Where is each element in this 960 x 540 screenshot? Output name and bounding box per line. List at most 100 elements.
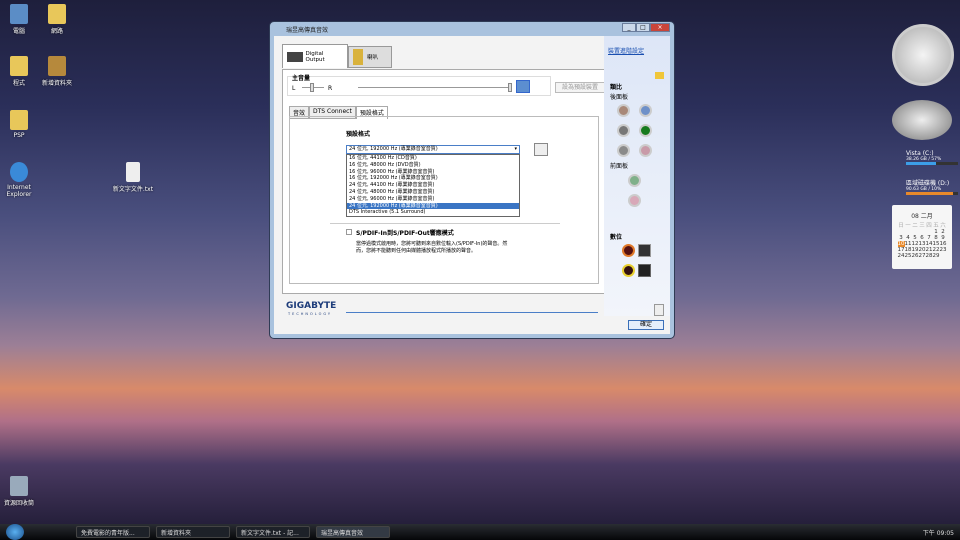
title-bar[interactable]: 瑞昱高傳真音效 bbox=[270, 22, 674, 36]
label: 新增資料夾 bbox=[41, 80, 72, 87]
jack-brown[interactable] bbox=[617, 104, 630, 117]
window-title: 瑞昱高傳真音效 bbox=[286, 26, 329, 34]
volume-label: 主音量 bbox=[292, 73, 311, 82]
desktop-icon-psp[interactable]: PSP bbox=[0, 110, 44, 139]
calendar-gadget: 08 二月 日一二三四五六 1 2 3 4 5 6 7 8 9 10 11 12 13 14 15 16 17 18… bbox=[892, 205, 952, 269]
optical-port-icon[interactable] bbox=[638, 244, 651, 257]
advanced-settings-link[interactable]: 裝置進階設定 bbox=[608, 46, 644, 55]
back-panel-label: 後面板 bbox=[610, 94, 629, 101]
selected-format: 24 位元, 192000 Hz (專業錄音室音質) bbox=[349, 146, 438, 152]
weekday: 三 bbox=[919, 223, 925, 229]
drive-name: 區域磁碟機 (D:) bbox=[906, 180, 950, 187]
label: 網路 bbox=[50, 28, 63, 35]
desktop-icon-ie[interactable]: Internet Explorer bbox=[0, 162, 44, 198]
taskbar-item[interactable]: 免費電影的青年版... bbox=[76, 526, 150, 538]
digital-output-icon bbox=[287, 51, 303, 62]
maximize-button[interactable]: □ bbox=[636, 23, 650, 32]
format-option-selected[interactable]: 24 位元, 192000 Hz (專業錄音室音質) bbox=[347, 202, 519, 210]
format-option[interactable]: 24 位元, 96000 Hz (專業錄音室音質) bbox=[347, 196, 519, 203]
tab-speakers[interactable]: 喇叭 bbox=[348, 46, 392, 68]
taskbar-clock[interactable]: 下午 09:05 bbox=[923, 528, 954, 537]
weekday: 六 bbox=[940, 223, 946, 229]
digital-label: 數位 bbox=[610, 234, 623, 241]
jack-blue[interactable] bbox=[639, 104, 652, 117]
drive-gadget: Vista (C:) 38.26 GB / 57% 區域磁碟機 (D:) 90.… bbox=[878, 150, 958, 202]
label: Internet Explorer bbox=[6, 184, 32, 198]
weekday: 五 bbox=[933, 223, 939, 229]
info-button[interactable] bbox=[654, 304, 664, 316]
jack-pink[interactable] bbox=[639, 144, 652, 157]
calendar-day[interactable]: 29 bbox=[933, 253, 940, 259]
taskbar-item-active[interactable]: 瑞昱高傳真音效 bbox=[316, 526, 390, 538]
volume-group: 主音量 L R bbox=[287, 73, 551, 96]
front-panel-label: 前面板 bbox=[610, 163, 629, 170]
spdif-description: 當停過模式啟用時，您將可聽到來自數位輸入(S/PDIF-In)的聲音。然而，您將… bbox=[356, 241, 508, 254]
jack-front-pink[interactable] bbox=[628, 194, 641, 207]
tab-digital-output[interactable]: Digital Output bbox=[282, 44, 348, 68]
chevron-down-icon: ▾ bbox=[514, 146, 517, 152]
start-button[interactable] bbox=[6, 524, 24, 540]
clock-gadget[interactable] bbox=[892, 24, 954, 86]
drive-usage-bar bbox=[906, 192, 953, 195]
jack-front-green[interactable] bbox=[628, 174, 641, 187]
minimize-button[interactable]: _ bbox=[622, 23, 636, 32]
balance-slider[interactable] bbox=[302, 83, 324, 92]
calendar-day[interactable]: 27 bbox=[919, 253, 926, 259]
jack-gray[interactable] bbox=[617, 144, 630, 157]
calendar-day[interactable] bbox=[940, 253, 947, 259]
desktop-icon-recycle-bin[interactable]: 資源回收筒 bbox=[0, 476, 44, 507]
reset-format-button[interactable] bbox=[534, 143, 548, 156]
coaxial-jack[interactable] bbox=[622, 244, 635, 257]
jack-green[interactable] bbox=[639, 124, 652, 137]
default-format-panel: 預設格式 24 位元, 192000 Hz (專業錄音室音質) ▾ 16 位元, … bbox=[289, 116, 599, 284]
calendar-day[interactable]: 28 bbox=[926, 253, 933, 259]
label: PSP bbox=[13, 132, 25, 139]
device-panel: 主音量 L R 設為預設裝置 音效 DTS Connect 預設格式 預設格式 … bbox=[282, 69, 608, 294]
label: 程式 bbox=[12, 80, 25, 87]
set-default-device-button[interactable]: 設為預設裝置 bbox=[555, 82, 605, 93]
calendar-day[interactable]: 26 bbox=[912, 253, 919, 259]
calendar-day[interactable]: 23 bbox=[940, 247, 947, 253]
calendar-day[interactable]: 24 bbox=[898, 253, 905, 259]
close-button[interactable]: × bbox=[650, 23, 670, 32]
label: 電腦 bbox=[12, 28, 25, 35]
master-volume-slider[interactable] bbox=[358, 83, 512, 92]
weekday: 一 bbox=[905, 223, 911, 229]
drive-name: Vista (C:) bbox=[906, 150, 934, 157]
realtek-audio-window: 瑞昱高傳真音效 _ □ × Digital Output 喇叭 主音量 L R 設為… bbox=[269, 21, 675, 339]
jack-gray[interactable] bbox=[617, 124, 630, 137]
format-option[interactable]: DTS Interactive (5.1 Surround) bbox=[347, 209, 519, 216]
divider bbox=[330, 223, 560, 224]
desktop-icon-textfile[interactable]: 新文字文件.txt bbox=[108, 162, 158, 193]
label: 新文字文件.txt bbox=[112, 186, 154, 193]
weekday: 日 bbox=[898, 223, 904, 229]
format-label: 預設格式 bbox=[346, 131, 371, 138]
cpu-meter-gadget[interactable] bbox=[892, 100, 952, 140]
folder-icon[interactable] bbox=[655, 72, 664, 79]
drive-usage-bar bbox=[906, 162, 936, 165]
format-select[interactable]: 24 位元, 192000 Hz (專業錄音室音質) ▾ bbox=[346, 145, 520, 154]
analog-label: 類比 bbox=[610, 84, 623, 91]
taskbar-item[interactable]: 新增資料夾 bbox=[156, 526, 230, 538]
ok-button[interactable]: 確定 bbox=[628, 320, 664, 330]
label: 資源回收筒 bbox=[3, 500, 34, 507]
weekday: 二 bbox=[912, 223, 918, 229]
weekday: 四 bbox=[926, 223, 932, 229]
format-option[interactable]: 16 位元, 44100 Hz (CD音質) bbox=[347, 155, 519, 162]
taskbar-item[interactable]: 新文字文件.txt - 記... bbox=[236, 526, 310, 538]
optical-port-icon[interactable] bbox=[638, 264, 651, 277]
desktop-icon-new-folder[interactable]: 新增資料夾 bbox=[32, 56, 82, 87]
speaker-icon bbox=[353, 49, 363, 65]
format-option[interactable]: 16 位元, 48000 Hz (DVD音質) bbox=[347, 162, 519, 169]
calendar-month: 08 二月 bbox=[911, 213, 933, 220]
format-option[interactable]: 24 位元, 48000 Hz (專業錄音室音質) bbox=[347, 189, 519, 196]
calendar-day[interactable]: 25 bbox=[905, 253, 912, 259]
format-dropdown-list: 16 位元, 44100 Hz (CD音質) 16 位元, 48000 Hz (… bbox=[346, 154, 520, 217]
mute-speaker-icon[interactable] bbox=[516, 80, 530, 93]
coaxial-jack-yellow[interactable] bbox=[622, 264, 635, 277]
balance-left-label: L bbox=[292, 85, 296, 92]
desktop-icon-network[interactable]: 網路 bbox=[32, 4, 82, 35]
spdif-checkbox[interactable] bbox=[346, 229, 352, 235]
format-option[interactable]: 24 位元, 44100 Hz (專業錄音室音質) bbox=[347, 182, 519, 189]
gigabyte-logo-sub: TECHNOLOGY bbox=[288, 312, 333, 316]
